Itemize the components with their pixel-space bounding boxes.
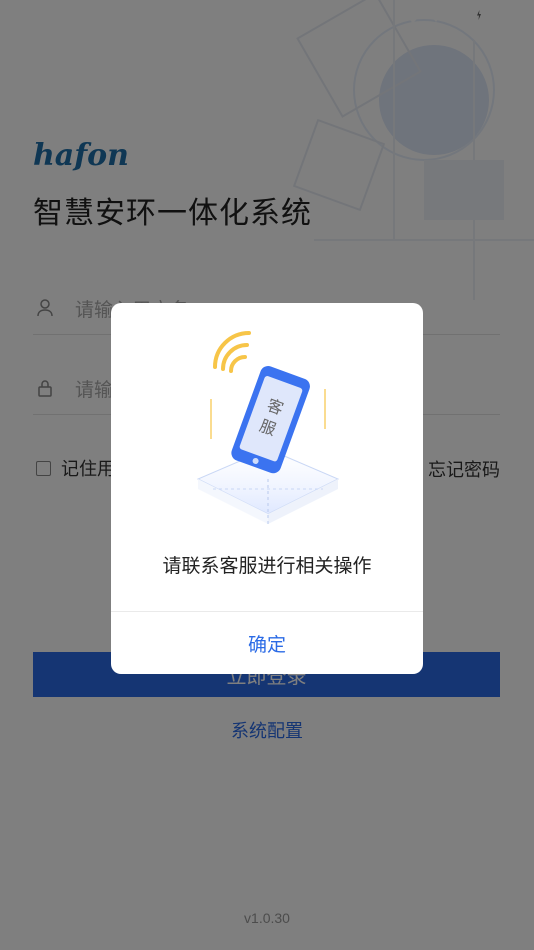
customer-service-phone-illustration: 客 服 (196, 331, 340, 524)
dialog-confirm-button[interactable]: 确定 (111, 612, 423, 674)
dialog-message: 请联系客服进行相关操作 (162, 555, 372, 577)
contact-support-dialog: 客 服 请联系客服进行相关操作 确定 (111, 303, 423, 674)
